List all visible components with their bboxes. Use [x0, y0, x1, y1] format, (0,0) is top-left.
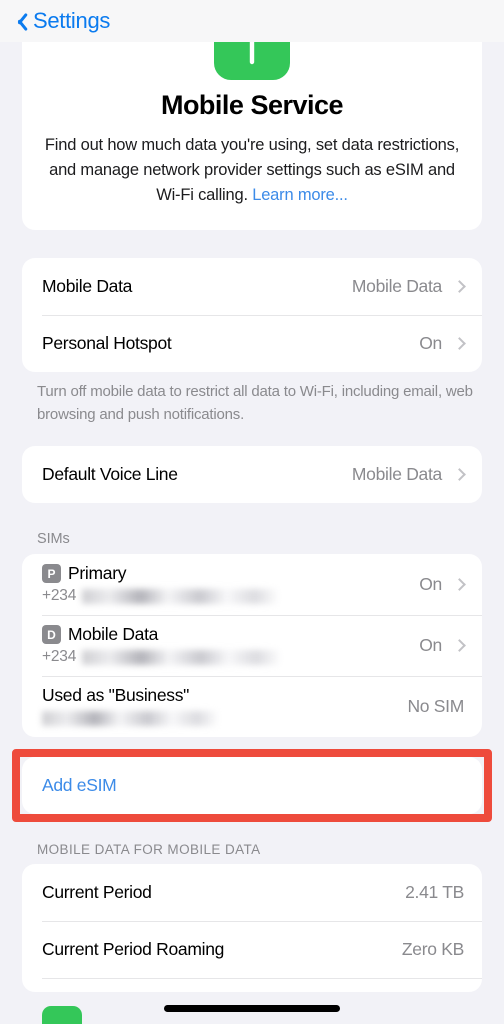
scroll-content[interactable]: Mobile Service Find out how much data yo…	[0, 42, 504, 1024]
chevron-right-icon	[453, 337, 466, 350]
learn-more-link[interactable]: Learn more...	[252, 186, 348, 204]
row-label: Current Period Roaming	[42, 939, 225, 959]
default-voice-line-group: Default Voice Line Mobile Data	[22, 446, 482, 503]
row-default-voice-line[interactable]: Default Voice Line Mobile Data	[22, 446, 482, 503]
page-description: Find out how much data you're using, set…	[42, 133, 462, 208]
mobile-data-footer-text: Turn off mobile data to restrict all dat…	[37, 383, 473, 423]
page-title: Mobile Service	[160, 90, 344, 120]
usage-group: Current Period 2.41 TB Current Period Ro…	[22, 864, 482, 992]
mobile-data-group: Mobile Data Mobile Data Personal Hotspot…	[22, 258, 482, 372]
sim-phone-number: +234	[42, 647, 419, 667]
cellular-antenna-icon	[214, 42, 290, 80]
row-sim-mobile-data[interactable]: D Mobile Data +234 On	[22, 615, 482, 676]
back-button-label: Settings	[33, 8, 111, 33]
row-value: On	[419, 333, 442, 353]
row-label: Current Period	[42, 882, 152, 902]
sim-info: D Mobile Data +234	[42, 624, 419, 667]
phone-prefix: +234	[42, 648, 77, 665]
sim-badge-primary-icon: P	[42, 564, 61, 583]
sim-info: Used as "Business"	[42, 685, 407, 728]
row-label: Mobile Data	[42, 276, 133, 296]
app-icon-partial	[42, 1006, 82, 1024]
sim-title-line: Used as "Business"	[42, 685, 407, 706]
sim-title-line: D Mobile Data	[42, 624, 419, 645]
row-label: Default Voice Line	[42, 464, 178, 484]
chevron-right-icon	[453, 639, 466, 652]
chevron-right-icon	[453, 468, 466, 481]
sim-title: Used as "Business"	[42, 685, 190, 705]
row-value: On	[419, 635, 442, 655]
row-value: Mobile Data	[351, 276, 442, 296]
redacted-phone-number	[82, 649, 281, 665]
sims-section-header: SIMs	[37, 531, 70, 547]
sim-phone-number	[42, 708, 407, 728]
row-value: Zero KB	[401, 939, 464, 959]
row-sim-primary[interactable]: P Primary +234 On	[22, 554, 482, 615]
chevron-right-icon	[453, 280, 466, 293]
row-label: Personal Hotspot	[42, 333, 172, 353]
row-sim-business[interactable]: Used as "Business" No SIM	[22, 676, 482, 737]
navigation-bar: Settings	[0, 0, 504, 42]
chevron-right-icon	[453, 578, 466, 591]
chevron-left-icon	[12, 10, 25, 33]
row-value: On	[419, 574, 442, 594]
row-app-usage-partial	[22, 978, 482, 992]
row-mobile-data[interactable]: Mobile Data Mobile Data	[22, 258, 482, 315]
sim-badge-data-icon: D	[42, 625, 61, 644]
back-button[interactable]: Settings	[12, 8, 110, 34]
sim-info: P Primary +234	[42, 563, 419, 606]
add-esim-label: Add eSIM	[42, 775, 117, 795]
redacted-phone-number	[82, 588, 279, 604]
sim-title: Mobile Data	[68, 624, 159, 644]
sim-phone-number: +234	[42, 586, 419, 606]
row-current-period: Current Period 2.41 TB	[22, 864, 482, 921]
home-indicator	[164, 1005, 340, 1012]
row-value: 2.41 TB	[405, 882, 464, 902]
row-value: Mobile Data	[351, 464, 442, 484]
settings-screen: Settings Mobile Service Find out how muc…	[0, 0, 504, 1024]
sims-group: P Primary +234 On D Mobile Data +234 On …	[22, 554, 482, 737]
sim-title-line: P Primary	[42, 563, 419, 584]
sim-title: Primary	[68, 563, 127, 583]
row-value: No SIM	[407, 696, 464, 716]
redacted-phone-number	[42, 710, 218, 726]
phone-prefix: +234	[42, 587, 77, 604]
row-personal-hotspot[interactable]: Personal Hotspot On	[22, 315, 482, 372]
usage-section-header: MOBILE DATA FOR MOBILE DATA	[37, 842, 261, 857]
mobile-service-header-card: Mobile Service Find out how much data yo…	[22, 42, 482, 230]
add-esim-wrapper: Add eSIM	[12, 749, 492, 822]
add-esim-button[interactable]: Add eSIM	[22, 757, 482, 814]
row-current-period-roaming: Current Period Roaming Zero KB	[22, 921, 482, 978]
